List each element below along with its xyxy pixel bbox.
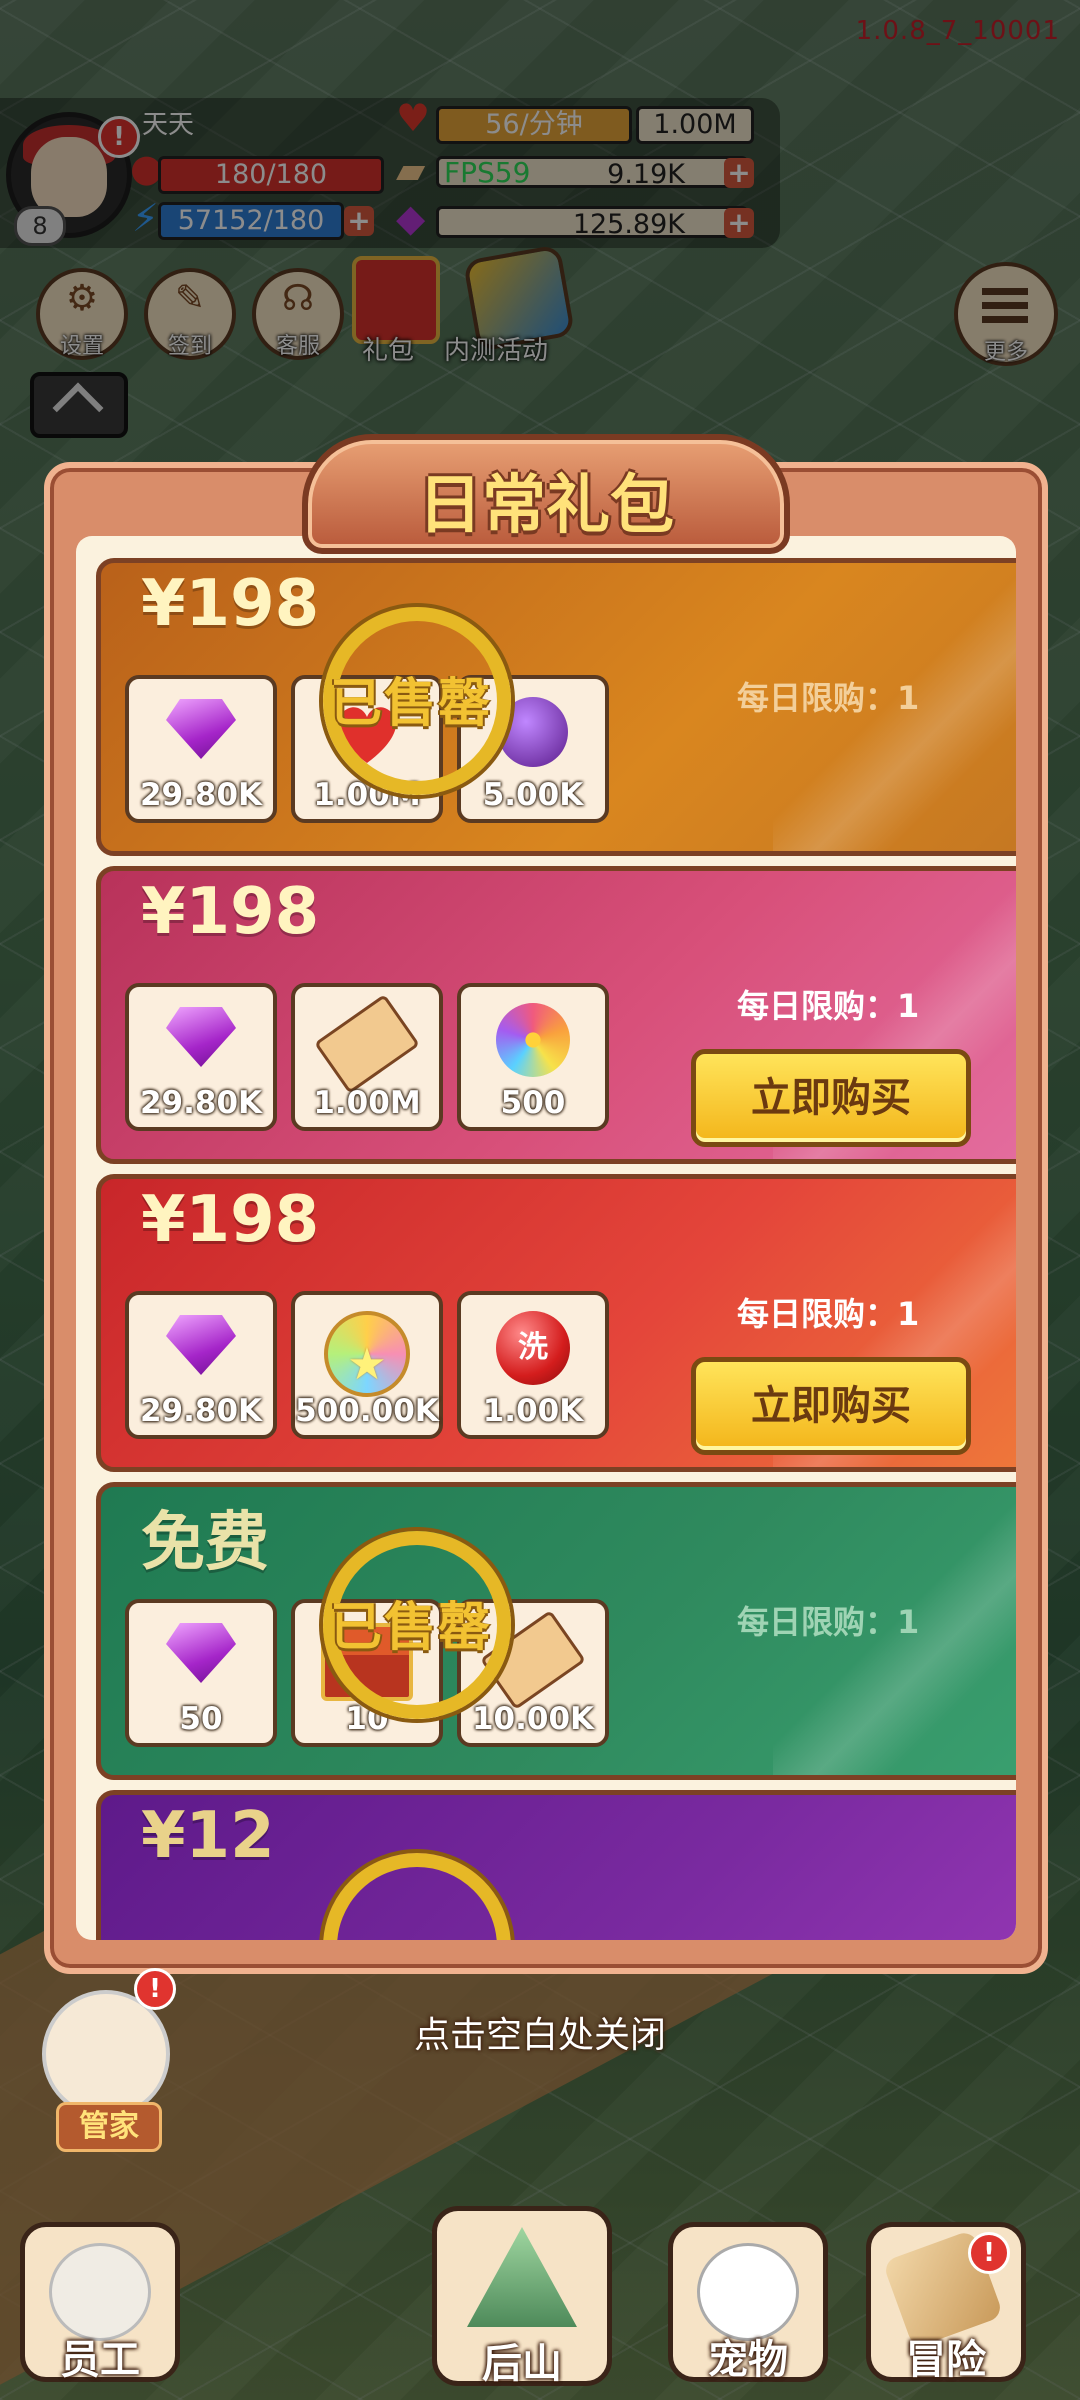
gift-pack-3: ¥198 29.80K 500.00K 洗1.00K 每日限购：1 立即购买	[96, 1174, 1016, 1472]
gift-pack-2: ¥198 29.80K 1.00M 500 每日限购：1 立即购买	[96, 866, 1016, 1164]
gem-icon	[166, 1623, 236, 1683]
buy-now-button[interactable]: 立即购买	[691, 1049, 971, 1147]
daily-gift-dialog: ¥198 29.80K 1.00M 5.00K 已售罄 每日限购：1 ¥198 …	[44, 462, 1048, 1974]
gift-pack-5: ¥12	[96, 1790, 1016, 1940]
daily-limit-label: 每日限购：1	[737, 987, 920, 1025]
daily-limit-label: 每日限购：1	[737, 1603, 920, 1641]
butler-alert-icon: !	[134, 1968, 176, 2010]
daily-limit-label: 每日限购：1	[737, 1295, 920, 1333]
adventure-alert-icon: !	[968, 2232, 1010, 2274]
daily-limit-label: 每日限购：1	[737, 679, 920, 717]
gem-icon	[166, 1007, 236, 1067]
pack-item: 洗 1.00K	[457, 1291, 609, 1439]
gift-pack-1: ¥198 29.80K 1.00M 5.00K 已售罄 每日限购：1	[96, 558, 1016, 856]
staff-button[interactable]: 员工	[20, 2222, 180, 2383]
wash-ball-icon: 洗	[496, 1311, 570, 1385]
pack-price: ¥12	[141, 1799, 275, 1873]
soldout-stamp	[323, 1853, 511, 1940]
butler-label: 管家	[56, 2102, 162, 2152]
dialog-title-plate: 日常礼包	[302, 434, 790, 554]
soldout-label: 已售罄	[329, 674, 492, 734]
pack-item: 1.00M	[291, 983, 443, 1131]
pack-item: 29.80K	[125, 1291, 277, 1439]
pack-price: ¥198	[141, 567, 320, 641]
pet-button[interactable]: 宠物	[668, 2222, 828, 2383]
gift-pack-4: 免费 50 10 10.00K 已售罄 每日限购：1	[96, 1482, 1016, 1780]
gem-icon	[166, 699, 236, 759]
medal-icon	[324, 1311, 410, 1407]
mountain-icon	[467, 2227, 577, 2327]
butler-button[interactable]: 管家	[22, 1990, 182, 2170]
pack-price: ¥198	[141, 1183, 320, 1257]
pack-list[interactable]: ¥198 29.80K 1.00M 5.00K 已售罄 每日限购：1 ¥198 …	[76, 536, 1016, 1940]
ticket-icon	[313, 993, 421, 1095]
soldout-label: 已售罄	[329, 1598, 492, 1658]
pack-item: 29.80K	[125, 983, 277, 1131]
pack-item: 500.00K	[291, 1291, 443, 1439]
buy-now-button[interactable]: 立即购买	[691, 1357, 971, 1455]
pack-price: ¥198	[141, 875, 320, 949]
dialog-title: 日常礼包	[418, 469, 674, 543]
pack-item: 500	[457, 983, 609, 1131]
pack-item: 50	[125, 1599, 277, 1747]
mountain-button[interactable]: 后山	[432, 2206, 612, 2387]
pack-item: 29.80K	[125, 675, 277, 823]
flower-icon	[496, 1003, 570, 1077]
pack-price: 免费	[141, 1506, 269, 1580]
gem-icon	[166, 1315, 236, 1375]
